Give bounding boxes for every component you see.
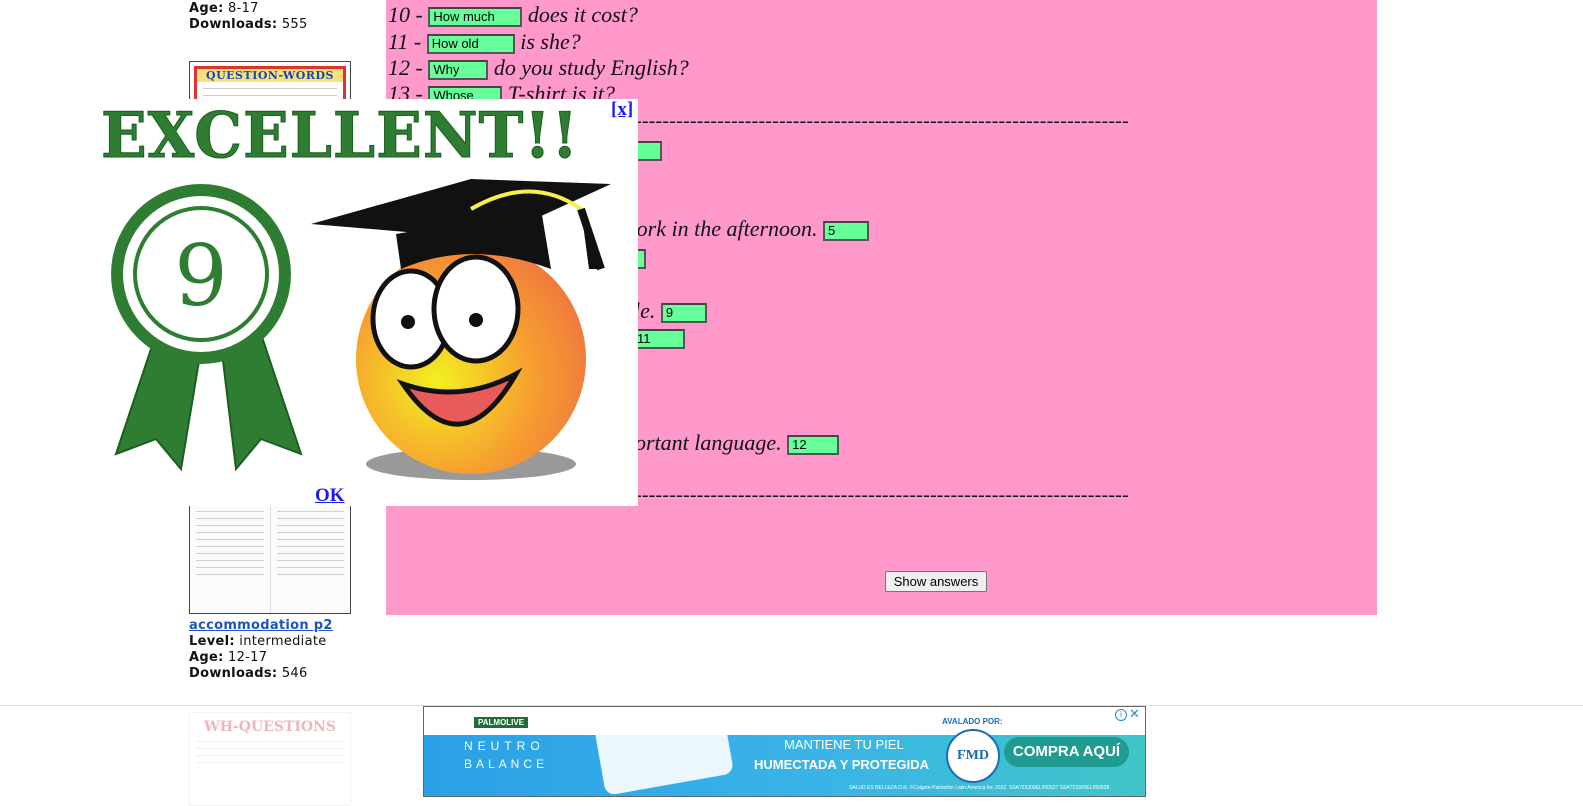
- worksheet1-age: Age: 8-17: [189, 1, 259, 16]
- worksheet2-meta: Level: intermediate Age: 12-17 Downloads…: [189, 634, 359, 682]
- ad-line1: NEUTRO: [464, 739, 545, 753]
- question-12: 12 - Why do you study English?: [388, 55, 689, 80]
- matching-item: work in the afternoon. 5: [622, 216, 870, 242]
- ad-headline2: HUMECTADA Y PROTEGIDA: [754, 757, 930, 772]
- answer-field[interactable]: 9: [660, 302, 707, 323]
- question-10: 10 - How much does it cost?: [388, 2, 638, 27]
- ad-endorsed: AVALADO POR:: [942, 717, 1003, 726]
- worksheet2-downloads: Downloads: 546: [189, 666, 308, 681]
- thumbnail-title: QUESTION-WORDS: [197, 69, 343, 82]
- answer-field[interactable]: How much: [428, 6, 523, 27]
- matching-item: portant language. 12: [624, 430, 840, 456]
- ad-cta-button[interactable]: COMPRA AQUÍ: [1004, 737, 1129, 767]
- answer-field[interactable]: Why: [428, 59, 489, 80]
- answer-field[interactable]: 11: [632, 329, 685, 349]
- answer-field[interactable]: 12: [787, 434, 840, 455]
- ad-headline1: MANTIENE TU PIEL: [784, 737, 904, 752]
- close-popup-link[interactable]: [x]: [611, 99, 633, 121]
- popup-heading: EXCELLENT!!: [101, 99, 579, 174]
- ad-brand: PALMOLIVE: [474, 717, 529, 728]
- question-11: 11 - How old is she?: [388, 29, 581, 54]
- advertisement-banner[interactable]: PALMOLIVE NEUTRO BALANCE MANTIENE TU PIE…: [423, 706, 1146, 797]
- ad-close-icon[interactable]: ✕: [1129, 707, 1140, 722]
- show-answers-button[interactable]: Show answers: [885, 571, 987, 592]
- answer-field[interactable]: 5: [823, 220, 870, 241]
- ad-info-icon[interactable]: i: [1115, 709, 1127, 721]
- worksheet1-downloads: Downloads: 555: [189, 17, 308, 32]
- graduate-smiley-icon: [311, 179, 611, 480]
- worksheet2-age: Age: 12-17: [189, 650, 268, 665]
- ok-link[interactable]: OK: [315, 485, 345, 507]
- answer-field[interactable]: How old: [426, 33, 515, 54]
- worksheet-link-accommodation-p2[interactable]: accommodation p2: [189, 618, 333, 633]
- fmd-seal: FMD: [946, 729, 1000, 783]
- ad-line2: BALANCE: [464, 757, 549, 771]
- worksheet2-level: Level: intermediate: [189, 634, 327, 649]
- score-value: 9: [174, 227, 228, 325]
- ad-footer: SALUD ES BELLEZA D.R. ©Colgate-Palmolive…: [849, 785, 1110, 791]
- thumbnail-title: WH-QUESTIONS: [203, 719, 336, 735]
- worksheet-thumbnail-accommodation[interactable]: [189, 490, 351, 614]
- matching-item: le. 9: [634, 298, 707, 324]
- worksheet-thumbnail-wh-questions[interactable]: WH-QUESTIONS: [189, 712, 351, 806]
- score-popup: EXCELLENT!! 9: [91, 99, 638, 506]
